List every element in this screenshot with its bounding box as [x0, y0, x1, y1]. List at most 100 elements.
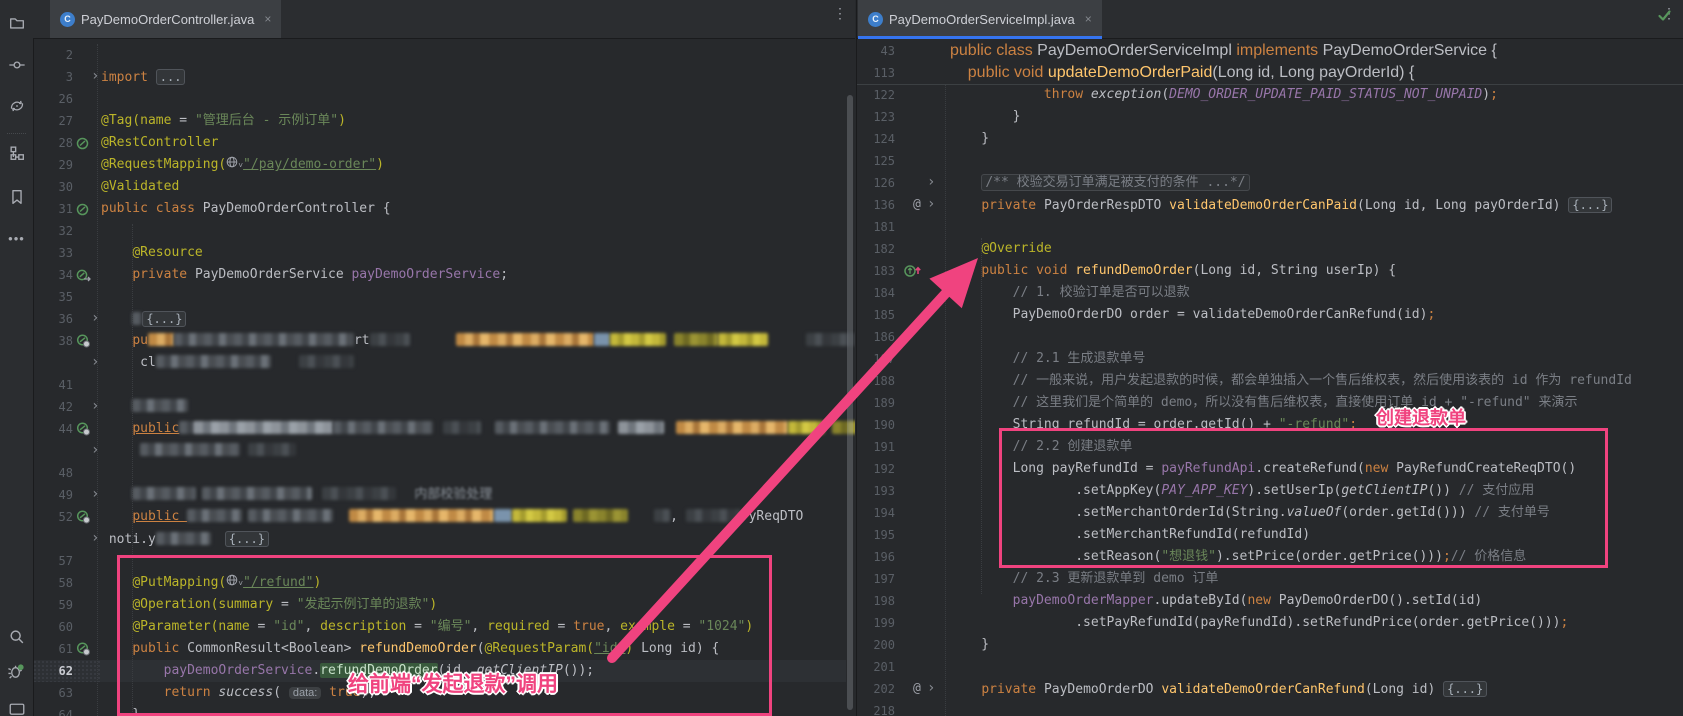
- code-line[interactable]: // 一般来说，用户发起退款的时候，都会单独插入一个售后维权表，然后使用该表的 …: [950, 370, 1632, 392]
- line-number[interactable]: 57: [41, 550, 73, 572]
- line-number[interactable]: 197: [861, 568, 895, 590]
- line-number[interactable]: [41, 528, 73, 550]
- line-number[interactable]: 122: [861, 84, 895, 106]
- code-line[interactable]: {...}: [101, 308, 186, 330]
- line-number[interactable]: 191: [861, 436, 895, 458]
- line-number[interactable]: 182: [861, 238, 895, 260]
- line-number[interactable]: 190: [861, 414, 895, 436]
- line-number[interactable]: 26: [41, 88, 73, 110]
- code-line[interactable]: 内部校验处理: [101, 484, 492, 506]
- code-line[interactable]: purt: [101, 330, 855, 352]
- line-number[interactable]: 124: [861, 128, 895, 150]
- code-line[interactable]: @Tag(name = "管理后台 - 示例订单"): [101, 110, 346, 132]
- search-icon[interactable]: [6, 626, 27, 647]
- code-line[interactable]: [101, 440, 296, 462]
- code-line[interactable]: @Resource: [101, 242, 203, 264]
- line-number[interactable]: 195: [861, 524, 895, 546]
- code-line[interactable]: cl: [101, 352, 354, 374]
- line-number[interactable]: 123: [861, 106, 895, 128]
- gutter-icon-bean[interactable]: [76, 132, 89, 154]
- sticky-lines-header[interactable]: 43public class PayDemoOrderServiceImpl i…: [857, 38, 1683, 85]
- gutter-icon-beanBall[interactable]: [76, 506, 91, 528]
- code-line[interactable]: private PayDemoOrderService payDemoOrder…: [101, 264, 508, 286]
- line-number[interactable]: 33: [41, 242, 73, 264]
- code-line[interactable]: @Validated: [101, 176, 179, 198]
- code-line[interactable]: PayDemoOrderDO order = validateDemoOrder…: [950, 304, 1435, 326]
- debug-bug-icon[interactable]: [6, 661, 27, 682]
- line-number[interactable]: 196: [861, 546, 895, 568]
- code-line[interactable]: throw exception(DEMO_ORDER_UPDATE_PAID_S…: [950, 84, 1498, 106]
- tab-paydemoordercontroller[interactable]: C PayDemoOrderController.java: [50, 0, 281, 38]
- code-line[interactable]: noti.y{...}: [101, 528, 269, 550]
- line-number[interactable]: 188: [861, 370, 895, 392]
- annotated-gutter-icon[interactable]: @: [913, 678, 921, 700]
- annotated-gutter-icon[interactable]: @: [913, 194, 921, 216]
- scrollbar-thumb-left[interactable]: [847, 95, 853, 710]
- http-method-globe-icon[interactable]: ˅: [226, 154, 243, 177]
- line-number[interactable]: 187: [861, 348, 895, 370]
- line-number[interactable]: 38: [41, 330, 73, 352]
- code-line[interactable]: public: [101, 418, 855, 440]
- fold-chevron-icon[interactable]: ›: [91, 308, 99, 330]
- line-number[interactable]: 2: [41, 44, 73, 66]
- line-number[interactable]: [41, 352, 73, 374]
- line-number[interactable]: 185: [861, 304, 895, 326]
- code-line[interactable]: public void refundDemoOrder(Long id, Str…: [950, 260, 1396, 282]
- line-number[interactable]: 126: [861, 172, 895, 194]
- line-number[interactable]: 30: [41, 176, 73, 198]
- tab-close-icon[interactable]: [264, 12, 271, 26]
- line-number[interactable]: 181: [861, 216, 895, 238]
- gutter-icon-beanBall[interactable]: [76, 418, 91, 440]
- gutter-icon-beanBall[interactable]: [76, 330, 91, 352]
- sticky-line-number[interactable]: 113: [861, 62, 895, 84]
- line-number[interactable]: 125: [861, 150, 895, 172]
- bookmarks-icon[interactable]: [6, 186, 27, 207]
- line-number[interactable]: 29: [41, 154, 73, 176]
- tab-close-icon[interactable]: [1085, 12, 1092, 26]
- fold-chevron-icon[interactable]: ›: [91, 352, 99, 374]
- code-editor-right[interactable]: 122 throw exception(DEMO_ORDER_UPDATE_PA…: [857, 38, 1683, 716]
- code-line[interactable]: @Override: [950, 238, 1052, 260]
- fold-chevron-icon[interactable]: ›: [91, 440, 99, 462]
- line-number[interactable]: 49: [41, 484, 73, 506]
- fold-chevron-icon[interactable]: ›: [927, 172, 935, 194]
- code-line[interactable]: public class PayDemoOrderController {: [101, 198, 391, 220]
- line-number[interactable]: 28: [41, 132, 73, 154]
- code-line[interactable]: }: [950, 128, 989, 150]
- fold-chevron-icon[interactable]: ›: [91, 396, 99, 418]
- line-number[interactable]: 3: [41, 66, 73, 88]
- terminal-icon[interactable]: [6, 700, 27, 716]
- line-number[interactable]: 48: [41, 462, 73, 484]
- code-line[interactable]: @RestController: [101, 132, 218, 154]
- code-line[interactable]: [101, 396, 188, 418]
- line-number[interactable]: 64: [41, 704, 73, 716]
- fold-chevron-icon[interactable]: ›: [91, 66, 99, 88]
- fold-chevron-icon[interactable]: ›: [927, 194, 935, 216]
- sticky-line-number[interactable]: 43: [861, 40, 895, 62]
- line-number[interactable]: 136: [861, 194, 895, 216]
- code-line[interactable]: // 1. 校验订单是否可以退款: [950, 282, 1190, 304]
- code-line[interactable]: import ...: [101, 66, 185, 88]
- line-number[interactable]: 27: [41, 110, 73, 132]
- pull-requests-icon[interactable]: [6, 95, 27, 116]
- code-line[interactable]: }: [950, 634, 989, 656]
- code-line[interactable]: // 2.1 生成退款单号: [950, 348, 1145, 370]
- line-number[interactable]: 32: [41, 220, 73, 242]
- code-line[interactable]: }: [950, 106, 1020, 128]
- project-folder-icon[interactable]: [6, 12, 27, 33]
- line-number[interactable]: 52: [41, 506, 73, 528]
- more-tool-windows-icon[interactable]: •••: [6, 228, 27, 249]
- line-number[interactable]: 42: [41, 396, 73, 418]
- structure-icon[interactable]: [6, 142, 27, 163]
- gutter-icon-bean[interactable]: [76, 198, 89, 220]
- line-number[interactable]: [41, 440, 73, 462]
- code-line[interactable]: /** 校验交易订单满足被支付的条件 ...*/: [950, 172, 1250, 194]
- line-number[interactable]: 218: [861, 700, 895, 716]
- line-number[interactable]: 199: [861, 612, 895, 634]
- line-number[interactable]: 202: [861, 678, 895, 700]
- fold-chevron-icon[interactable]: ›: [91, 528, 99, 550]
- gutter-icon-beanArrow[interactable]: [76, 264, 92, 286]
- code-line[interactable]: // 2.3 更新退款单到 demo 订单: [950, 568, 1218, 590]
- sticky-code-line[interactable]: public void updateDemoOrderPaid(Long id,…: [950, 62, 1414, 84]
- commit-icon[interactable]: [6, 54, 27, 75]
